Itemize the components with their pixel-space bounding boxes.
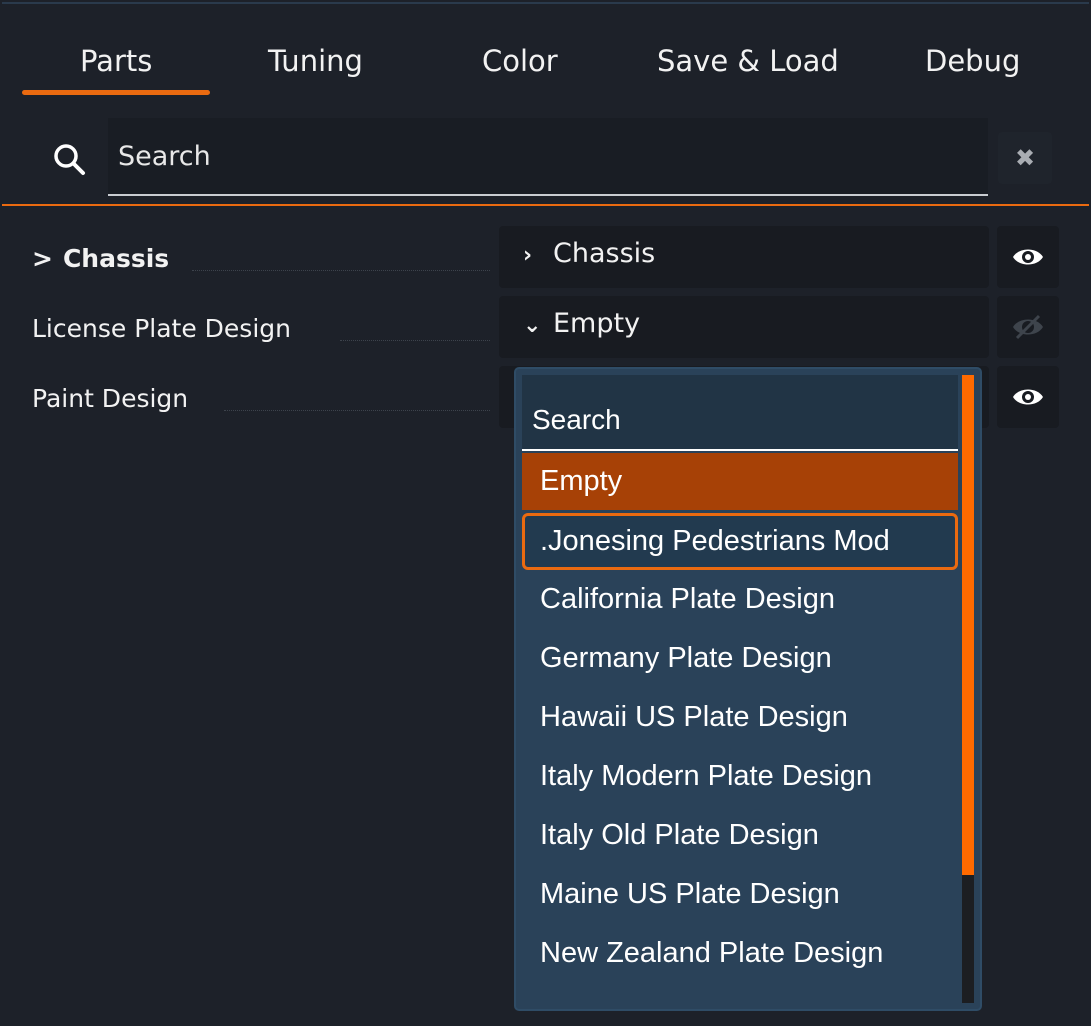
tab-parts[interactable]: Parts bbox=[80, 44, 152, 78]
part-label-license-plate-design: License Plate Design bbox=[32, 314, 291, 343]
clear-search-button[interactable]: ✖ bbox=[998, 132, 1052, 184]
tab-color[interactable]: Color bbox=[482, 44, 558, 78]
close-icon: ✖ bbox=[1014, 144, 1036, 172]
dropdown-option[interactable]: Italy Modern Plate Design bbox=[522, 748, 958, 805]
tab-save-load[interactable]: Save & Load bbox=[657, 44, 839, 78]
dropdown-option[interactable]: Maine US Plate Design bbox=[522, 866, 958, 923]
search-icon bbox=[54, 144, 85, 175]
part-label-paint-design: Paint Design bbox=[32, 384, 189, 413]
visibility-toggle-paint-design[interactable] bbox=[997, 366, 1059, 428]
license-plate-dropdown: Search Empty .Jonesing Pedestrians Mod C… bbox=[514, 367, 982, 1011]
dropdown-option[interactable]: Germany Plate Design bbox=[522, 630, 958, 687]
visibility-toggle-chassis[interactable] bbox=[997, 226, 1059, 288]
eye-icon bbox=[1013, 249, 1043, 265]
part-select-license-plate-design[interactable]: ⌄ Empty bbox=[499, 296, 989, 358]
row-leader bbox=[340, 340, 490, 341]
chevron-down-icon: ⌄ bbox=[523, 313, 542, 338]
dropdown-option[interactable]: Empty bbox=[522, 453, 958, 510]
chevron-right-icon: > bbox=[32, 244, 53, 273]
tab-bar: Parts Tuning Color Save & Load Debug bbox=[2, 4, 1089, 104]
dropdown-scrollbar-thumb[interactable] bbox=[962, 375, 974, 875]
search-input[interactable] bbox=[108, 118, 988, 196]
dropdown-option[interactable]: Italy Old Plate Design bbox=[522, 807, 958, 864]
tab-tuning[interactable]: Tuning bbox=[268, 44, 363, 78]
dropdown-search-input[interactable]: Search bbox=[522, 375, 958, 451]
part-select-chassis[interactable]: › Chassis bbox=[499, 226, 989, 288]
dropdown-option[interactable]: .Jonesing Pedestrians Mod bbox=[522, 513, 958, 570]
chevron-right-icon: › bbox=[523, 243, 533, 268]
dropdown-option[interactable]: California Plate Design bbox=[522, 571, 958, 628]
eye-off-icon bbox=[1013, 314, 1043, 340]
row-leader bbox=[224, 410, 490, 411]
row-leader bbox=[192, 270, 490, 271]
part-label-chassis[interactable]: > Chassis bbox=[32, 244, 169, 273]
visibility-toggle-license-plate-design[interactable] bbox=[997, 296, 1059, 358]
dropdown-option[interactable]: New Zealand Plate Design bbox=[522, 925, 958, 982]
tab-debug[interactable]: Debug bbox=[925, 44, 1020, 78]
eye-icon bbox=[1013, 389, 1043, 405]
dropdown-option[interactable]: Hawaii US Plate Design bbox=[522, 689, 958, 746]
active-tab-indicator bbox=[22, 90, 210, 95]
header-divider bbox=[2, 204, 1089, 206]
parts-panel: Parts Tuning Color Save & Load Debug ✖ >… bbox=[2, 2, 1089, 1026]
